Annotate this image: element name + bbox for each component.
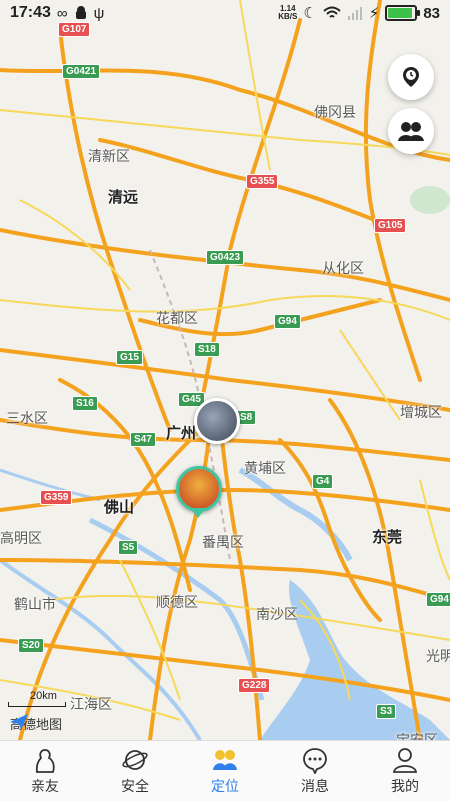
place-label: 增城区 — [400, 404, 442, 420]
place-label: 清新区 — [88, 148, 130, 164]
profile-icon — [391, 746, 419, 774]
charging-icon: ⚡ — [368, 5, 380, 22]
status-time: 17:43 — [10, 4, 51, 21]
road-shield: G94 — [274, 314, 301, 329]
road-shield: G15 — [116, 350, 143, 365]
battery-fill — [388, 8, 412, 18]
road-shield: G0421 — [62, 64, 101, 79]
place-label: 黄埔区 — [244, 460, 286, 476]
family-icon — [31, 746, 59, 774]
bottom-tab-bar: 亲友 安全 定位 消息 我的 — [0, 740, 450, 801]
navigation-arrow-icon — [10, 714, 28, 730]
place-label: 广州 — [166, 425, 197, 442]
scale-label: 20km — [30, 690, 57, 702]
place-label: 三水区 — [6, 410, 48, 426]
location-group-icon — [211, 746, 239, 774]
battery-icon — [385, 5, 421, 21]
place-label: 佛冈县 — [314, 104, 356, 120]
tab-safety[interactable]: 安全 — [90, 741, 180, 801]
scale-bar — [8, 702, 66, 707]
network-speed: 1.14 KB/S — [278, 5, 297, 21]
road-shield: G359 — [40, 490, 73, 505]
road-shield: S5 — [118, 540, 139, 555]
wifi-icon — [323, 6, 341, 18]
place-label: 鹤山市 — [14, 596, 56, 612]
place-label: 江海区 — [70, 696, 112, 712]
road-shield: G105 — [374, 218, 407, 233]
map-view[interactable]: 清新区 清远 佛冈县 从化区 花都区 三水区 广州 黄埔区 增城区 佛山 高明区… — [0, 0, 450, 740]
map-provider-logo: 高德地图 — [10, 714, 62, 733]
road-shield: G0423 — [206, 250, 245, 265]
message-icon — [301, 746, 329, 774]
place-label: 南沙区 — [256, 606, 298, 622]
place-label: 花都区 — [156, 310, 198, 326]
place-label: 从化区 — [322, 260, 364, 276]
tab-label: 亲友 — [31, 778, 59, 794]
signal-icon — [347, 7, 362, 20]
place-label: 顺德区 — [156, 594, 198, 610]
user-avatar-pin[interactable] — [176, 466, 222, 512]
place-label: 高明区 — [0, 530, 42, 546]
place-label: 光明 — [426, 648, 450, 664]
place-label: 东莞 — [372, 529, 403, 546]
tab-messages[interactable]: 消息 — [270, 741, 360, 801]
usb-icon: ψ — [93, 4, 105, 22]
tab-family[interactable]: 亲友 — [0, 741, 90, 801]
android-icon — [75, 6, 86, 19]
status-bar: 17:43 ∞ ψ 1.14 KB/S ☾ ⚡ 83 — [0, 0, 450, 26]
road-shield: G228 — [238, 678, 271, 693]
pin-pointer-icon — [190, 508, 206, 518]
group-icon — [398, 122, 424, 141]
tab-label: 安全 — [121, 778, 149, 794]
road-shield: G355 — [246, 174, 279, 189]
road-shield: S47 — [130, 432, 156, 447]
tab-label: 定位 — [211, 778, 239, 794]
place-label: 佛山 — [104, 499, 135, 516]
tab-label: 消息 — [301, 778, 329, 794]
place-label: 番禺区 — [202, 534, 244, 550]
map-scale: 20km — [8, 690, 66, 707]
road-shield: G4 — [312, 474, 334, 489]
infinity-icon: ∞ — [56, 4, 68, 22]
road-shield: S20 — [18, 638, 44, 653]
history-track-button[interactable] — [388, 54, 434, 100]
moon-icon: ☾ — [303, 5, 317, 22]
map-roads-layer — [0, 0, 450, 740]
tab-profile[interactable]: 我的 — [360, 741, 450, 801]
road-shield: G94 — [426, 592, 450, 607]
road-shield: S16 — [72, 396, 98, 411]
user-avatar-pin[interactable] — [194, 398, 240, 444]
place-label: 清远 — [108, 189, 139, 206]
battery-percent: 83 — [423, 4, 440, 22]
clock-pin-icon — [403, 67, 419, 87]
group-members-button[interactable] — [388, 108, 434, 154]
road-shield: S18 — [194, 342, 220, 357]
planet-icon — [121, 746, 149, 774]
place-label: 宝安区 — [396, 732, 438, 740]
tab-label: 我的 — [391, 778, 419, 794]
road-shield: S3 — [376, 704, 397, 719]
tab-location[interactable]: 定位 — [180, 741, 270, 801]
speed-unit: KB/S — [278, 12, 298, 21]
